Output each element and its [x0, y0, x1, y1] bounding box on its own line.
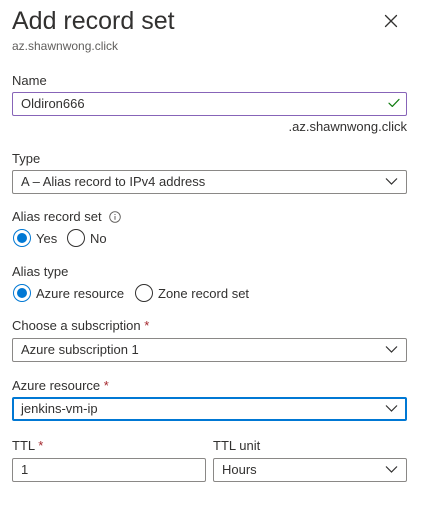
panel-title: Add record set: [12, 7, 175, 35]
alias-type-zone-record-set-radio[interactable]: [135, 284, 153, 302]
azure-resource-label: Azure resource *: [12, 378, 109, 394]
type-dropdown[interactable]: A – Alias record to IPv4 address: [12, 170, 407, 194]
close-button[interactable]: [380, 10, 402, 32]
alias-type-azure-resource-label[interactable]: Azure resource: [36, 286, 124, 302]
ttl-unit-label: TTL unit: [213, 438, 261, 453]
required-marker: *: [103, 378, 109, 393]
type-dropdown-value: A – Alias record to IPv4 address: [21, 174, 206, 189]
required-marker: *: [144, 318, 150, 333]
ttl-unit-dropdown[interactable]: Hours: [213, 458, 407, 482]
subscription-label-text: Choose a subscription: [12, 318, 141, 333]
subscription-dropdown-value: Azure subscription 1: [21, 342, 139, 357]
ttl-input[interactable]: 1: [12, 458, 206, 482]
alias-type-label: Alias type: [12, 264, 69, 279]
subscription-dropdown[interactable]: Azure subscription 1: [12, 338, 407, 362]
alias-yes-radio[interactable]: [13, 229, 31, 247]
alias-type-zone-record-set-label[interactable]: Zone record set: [158, 286, 249, 302]
ttl-label-text: TTL: [12, 438, 35, 453]
chevron-down-icon: [385, 346, 398, 353]
chevron-down-icon: [385, 178, 398, 185]
name-suffix: .az.shawnwong.click: [288, 119, 408, 134]
chevron-down-icon: [385, 405, 398, 412]
ttl-input-value: 1: [21, 462, 29, 477]
panel-subtitle: az.shawnwong.click: [12, 39, 119, 53]
azure-resource-dropdown-value: jenkins-vm-ip: [21, 401, 98, 416]
alias-record-set-label: Alias record set: [12, 209, 102, 224]
chevron-down-icon: [385, 466, 398, 473]
alias-yes-label[interactable]: Yes: [36, 231, 57, 247]
info-icon[interactable]: [109, 211, 121, 223]
name-input-value: Oldiron666: [21, 96, 85, 111]
name-input[interactable]: Oldiron666: [12, 92, 407, 116]
subscription-label: Choose a subscription *: [12, 318, 149, 334]
check-icon: [388, 98, 400, 107]
azure-resource-label-text: Azure resource: [12, 378, 101, 393]
close-icon: [384, 14, 398, 28]
alias-no-label[interactable]: No: [90, 231, 107, 247]
alias-no-radio[interactable]: [67, 229, 85, 247]
ttl-unit-dropdown-value: Hours: [222, 462, 257, 477]
type-label: Type: [12, 151, 41, 166]
required-marker: *: [38, 438, 44, 453]
ttl-label: TTL *: [12, 438, 43, 454]
azure-resource-dropdown[interactable]: jenkins-vm-ip: [12, 397, 407, 421]
name-label: Name: [12, 73, 47, 88]
alias-type-azure-resource-radio[interactable]: [13, 284, 31, 302]
